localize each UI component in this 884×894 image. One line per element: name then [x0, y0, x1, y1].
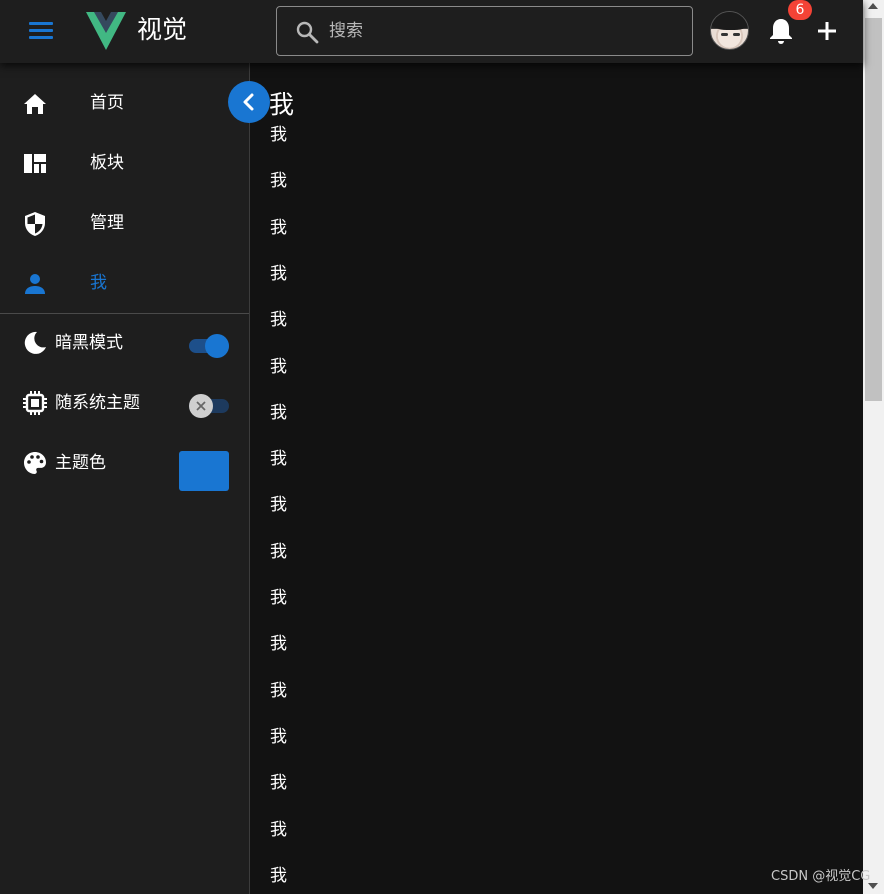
content-line: 我 — [270, 773, 287, 794]
person-icon — [25, 274, 45, 294]
chip-icon — [23, 391, 47, 415]
app-bar: 视觉 6 — [0, 0, 863, 63]
dark-mode-label: 暗黑模式 — [55, 333, 123, 353]
content-line: 我 — [270, 865, 287, 886]
shield-icon — [25, 212, 45, 236]
moon-small-icon — [216, 340, 222, 352]
sidebar-item-label: 首页 — [90, 93, 124, 113]
close-icon — [196, 401, 206, 411]
theme-color-label: 主题色 — [55, 453, 106, 473]
watermark: CSDN @视觉CG — [771, 869, 871, 884]
sidebar-item-me[interactable]: 我 — [0, 253, 249, 313]
follow-system-label: 随系统主题 — [55, 393, 140, 413]
content-line: 我 — [270, 356, 287, 377]
sidebar: 首页 板块 管理 我 暗黑模式 随系统主题 主题色 — [0, 63, 250, 894]
content-line: 我 — [270, 588, 287, 608]
sidebar-item-boards[interactable]: 板块 — [0, 133, 249, 193]
content-line: 我 — [270, 726, 287, 747]
palette-icon — [24, 452, 46, 474]
follow-system-toggle[interactable] — [189, 394, 229, 418]
menu-icon[interactable] — [24, 18, 58, 44]
content-line: 我 — [270, 819, 287, 840]
vue-logo-icon — [86, 12, 126, 50]
app-window: 视觉 6 — [0, 0, 884, 894]
collapse-sidebar-button[interactable] — [228, 81, 270, 123]
content-line: 我 — [270, 541, 287, 562]
content-line: 我 — [270, 495, 287, 516]
main-content: 我 我我我我我我我我我我我我我我我我我 — [250, 63, 863, 894]
home-icon — [24, 94, 46, 114]
content-line: 我 — [270, 680, 287, 701]
content-line: 我 — [270, 310, 287, 331]
dark-mode-setting: 暗黑模式 — [0, 314, 249, 374]
notification-badge: 6 — [788, 0, 812, 20]
content-line: 我 — [270, 449, 287, 470]
chevron-left-icon — [243, 93, 254, 111]
content-line: 我 — [270, 125, 287, 145]
search-icon — [296, 21, 319, 44]
user-avatar[interactable] — [710, 11, 749, 50]
moon-icon — [24, 331, 46, 354]
sidebar-item-admin[interactable]: 管理 — [0, 193, 249, 253]
theme-color-picker[interactable] — [179, 451, 229, 491]
bell-icon[interactable] — [768, 17, 794, 45]
content-line: 我 — [270, 171, 287, 192]
dark-mode-toggle[interactable] — [189, 334, 229, 358]
follow-system-setting: 随系统主题 — [0, 374, 249, 434]
sidebar-item-label: 我 — [90, 273, 107, 293]
content-line: 我 — [270, 634, 287, 655]
theme-color-setting: 主题色 — [0, 434, 249, 494]
dashboard-icon — [24, 154, 46, 173]
content-line: 我 — [270, 263, 287, 284]
sidebar-item-label: 管理 — [90, 213, 124, 233]
brand-title[interactable]: 视觉 — [137, 13, 187, 47]
sidebar-item-home[interactable]: 首页 — [0, 73, 249, 133]
search-input[interactable] — [329, 17, 679, 45]
content-line: 我 — [270, 217, 287, 238]
add-icon[interactable] — [815, 19, 839, 43]
scroll-up-arrow-icon[interactable] — [868, 3, 878, 9]
search-field[interactable] — [276, 6, 693, 56]
page-title: 我 — [269, 90, 295, 119]
sidebar-item-label: 板块 — [90, 153, 124, 173]
content-line: 我 — [270, 402, 287, 423]
scrollbar[interactable] — [863, 0, 884, 894]
scrollbar-thumb[interactable] — [865, 18, 882, 401]
